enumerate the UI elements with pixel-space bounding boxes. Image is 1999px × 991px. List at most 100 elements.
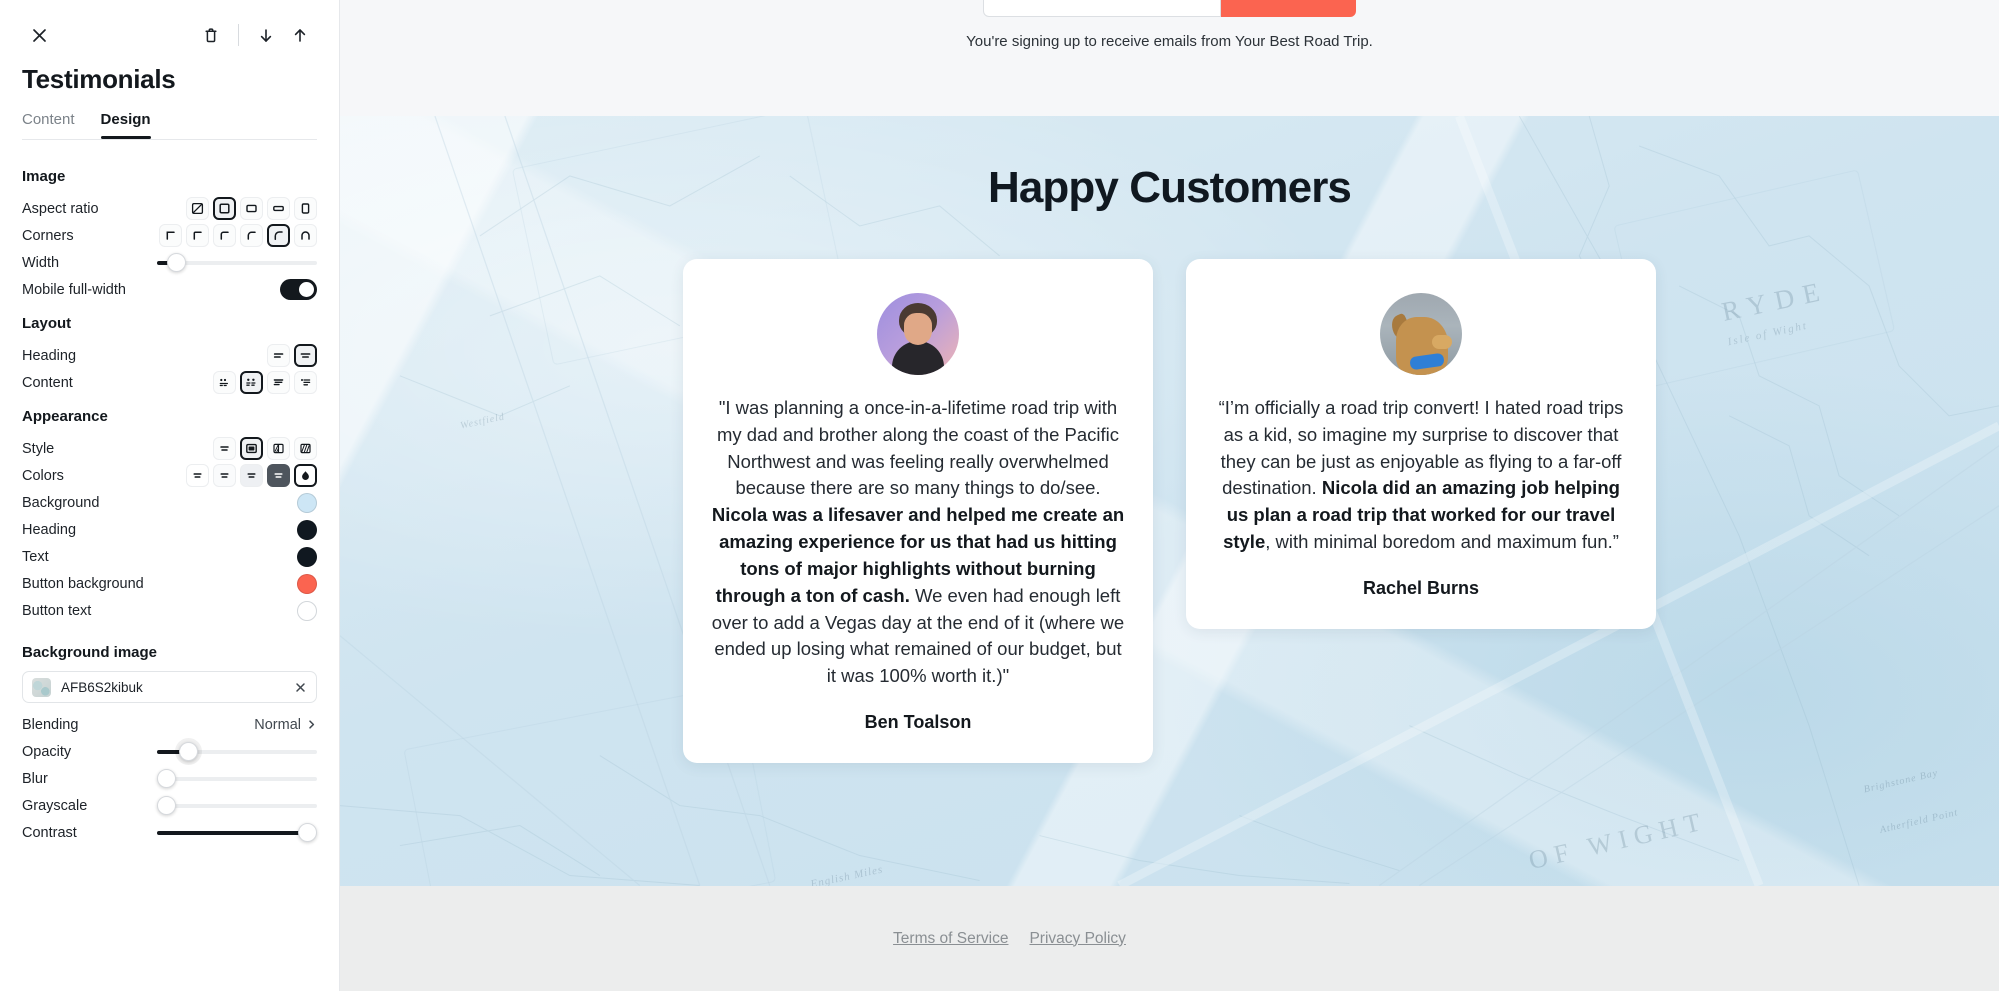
stacked-left-icon[interactable] xyxy=(267,371,290,394)
grid-icon[interactable] xyxy=(240,371,263,394)
section-title-background-image: Background image xyxy=(22,644,158,661)
label-blending: Blending xyxy=(22,716,79,733)
background-image-thumbnail xyxy=(32,677,51,697)
testimonials-hero: RYDE Isle of Wight OF WIGHT Brighstone B… xyxy=(340,116,1999,886)
style-card-icon[interactable] xyxy=(240,437,263,460)
blur-slider[interactable] xyxy=(157,768,317,790)
background-image-field[interactable]: AFB6S2kibuk xyxy=(22,671,317,703)
tab-content[interactable]: Content xyxy=(22,111,75,139)
email-input[interactable] xyxy=(982,0,1221,17)
label-color-text: Text xyxy=(22,548,49,565)
corner-sharp-icon[interactable] xyxy=(159,224,182,247)
grayscale-slider[interactable] xyxy=(157,795,317,817)
footer-link-privacy-policy[interactable]: Privacy Policy xyxy=(1026,930,1128,948)
colors-dark-icon[interactable] xyxy=(267,464,290,487)
opacity-slider[interactable] xyxy=(157,741,317,763)
slider-knob[interactable] xyxy=(167,253,186,272)
arrow-up-icon[interactable] xyxy=(283,18,317,52)
corner-slight-icon[interactable] xyxy=(186,224,209,247)
subscribe-button[interactable]: Subscribe xyxy=(1220,0,1357,17)
style-split-icon[interactable] xyxy=(267,437,290,460)
row-colors: Colors xyxy=(22,462,317,489)
list-icon[interactable] xyxy=(294,371,317,394)
slider-knob[interactable] xyxy=(179,742,198,761)
swatch-button-background[interactable] xyxy=(297,573,317,594)
align-left-icon[interactable] xyxy=(267,344,290,367)
row-blur: Blur xyxy=(22,765,317,792)
blending-value: Normal xyxy=(254,716,301,733)
preview-canvas: Subscribe You're signing up to receive e… xyxy=(340,0,1999,991)
swatch-background[interactable] xyxy=(297,492,317,513)
avatar-dog-snout xyxy=(1432,335,1452,349)
avatar xyxy=(1380,293,1462,375)
remove-background-image-icon[interactable] xyxy=(294,681,307,694)
colors-soft-icon[interactable] xyxy=(213,464,236,487)
chevron-right-icon xyxy=(309,720,315,729)
corner-round-icon[interactable] xyxy=(294,224,317,247)
testimonial-card: “I’m officially a road trip convert! I h… xyxy=(1186,259,1656,629)
aspect-portrait-icon[interactable] xyxy=(294,197,317,220)
tab-design[interactable]: Design xyxy=(100,111,151,139)
align-center-icon[interactable] xyxy=(294,344,317,367)
swatch-text[interactable] xyxy=(297,546,317,567)
label-color-background: Background xyxy=(22,494,100,511)
section-title-image: Image xyxy=(22,168,66,185)
design-sidebar: Testimonials Content Design Image Aspect… xyxy=(0,0,340,991)
content-layout-options xyxy=(213,371,317,394)
testimonial-author: Rachel Burns xyxy=(1362,577,1480,598)
style-striped-icon[interactable] xyxy=(294,437,317,460)
page-title: Testimonials xyxy=(22,64,176,94)
row-contrast: Contrast xyxy=(22,819,317,846)
trash-icon[interactable] xyxy=(194,18,228,52)
colors-custom-droplet-icon[interactable] xyxy=(294,464,317,487)
arrow-down-icon[interactable] xyxy=(249,18,283,52)
footer-links: Terms of Service Privacy Policy xyxy=(890,930,1129,948)
avatar-face xyxy=(904,313,932,345)
slider-knob[interactable] xyxy=(298,823,317,842)
label-grayscale: Grayscale xyxy=(22,797,88,814)
sidebar-tabs: Content Design xyxy=(22,111,317,139)
section-title-appearance: Appearance xyxy=(22,408,108,425)
signup-form: Subscribe xyxy=(982,0,1357,17)
label-mobile-full-width: Mobile full-width xyxy=(22,281,126,298)
colors-options xyxy=(186,464,317,487)
swatch-button-text[interactable] xyxy=(297,600,317,621)
corner-large-icon[interactable] xyxy=(267,224,290,247)
avatar xyxy=(877,293,959,375)
style-plain-icon[interactable] xyxy=(213,437,236,460)
aspect-original-icon[interactable] xyxy=(186,197,209,220)
site-footer: Terms of Service Privacy Policy xyxy=(340,886,1999,991)
grid-compact-icon[interactable] xyxy=(213,371,236,394)
label-corners: Corners xyxy=(22,227,74,244)
mobile-full-width-toggle[interactable] xyxy=(280,279,317,300)
row-mobile-full-width: Mobile full-width xyxy=(22,276,317,303)
aspect-wide-icon[interactable] xyxy=(267,197,290,220)
quote-part-plain-2: , with minimal boredom and maximum fun.” xyxy=(1265,531,1619,553)
footer-link-terms-of-service[interactable]: Terms of Service xyxy=(890,930,1011,948)
row-color-heading: Heading xyxy=(22,516,317,543)
aspect-landscape-icon[interactable] xyxy=(240,197,263,220)
colors-muted-icon[interactable] xyxy=(240,464,263,487)
slider-fill xyxy=(157,830,305,835)
heading-layout-options xyxy=(267,344,317,367)
close-icon[interactable] xyxy=(22,18,56,52)
corner-small-icon[interactable] xyxy=(213,224,236,247)
row-grayscale: Grayscale xyxy=(22,792,317,819)
row-color-background: Background xyxy=(22,489,317,516)
slider-knob[interactable] xyxy=(157,796,176,815)
colors-light-icon[interactable] xyxy=(186,464,209,487)
corner-medium-icon[interactable] xyxy=(240,224,263,247)
signup-note: You're signing up to receive emails from… xyxy=(966,33,1373,50)
hero-heading: Happy Customers xyxy=(987,163,1352,212)
width-slider[interactable] xyxy=(157,252,317,274)
quote-part-plain: "I was planning a once-in-a-lifetime roa… xyxy=(716,397,1120,499)
row-width: Width xyxy=(22,249,317,276)
row-heading-layout: Heading xyxy=(22,342,317,369)
aspect-square-icon[interactable] xyxy=(213,197,236,220)
swatch-heading[interactable] xyxy=(297,519,317,540)
slider-knob[interactable] xyxy=(157,769,176,788)
testimonial-cards: "I was planning a once-in-a-lifetime roa… xyxy=(340,259,1999,763)
label-blur: Blur xyxy=(22,770,48,787)
blending-select[interactable]: Normal xyxy=(254,717,317,733)
contrast-slider[interactable] xyxy=(157,822,317,844)
